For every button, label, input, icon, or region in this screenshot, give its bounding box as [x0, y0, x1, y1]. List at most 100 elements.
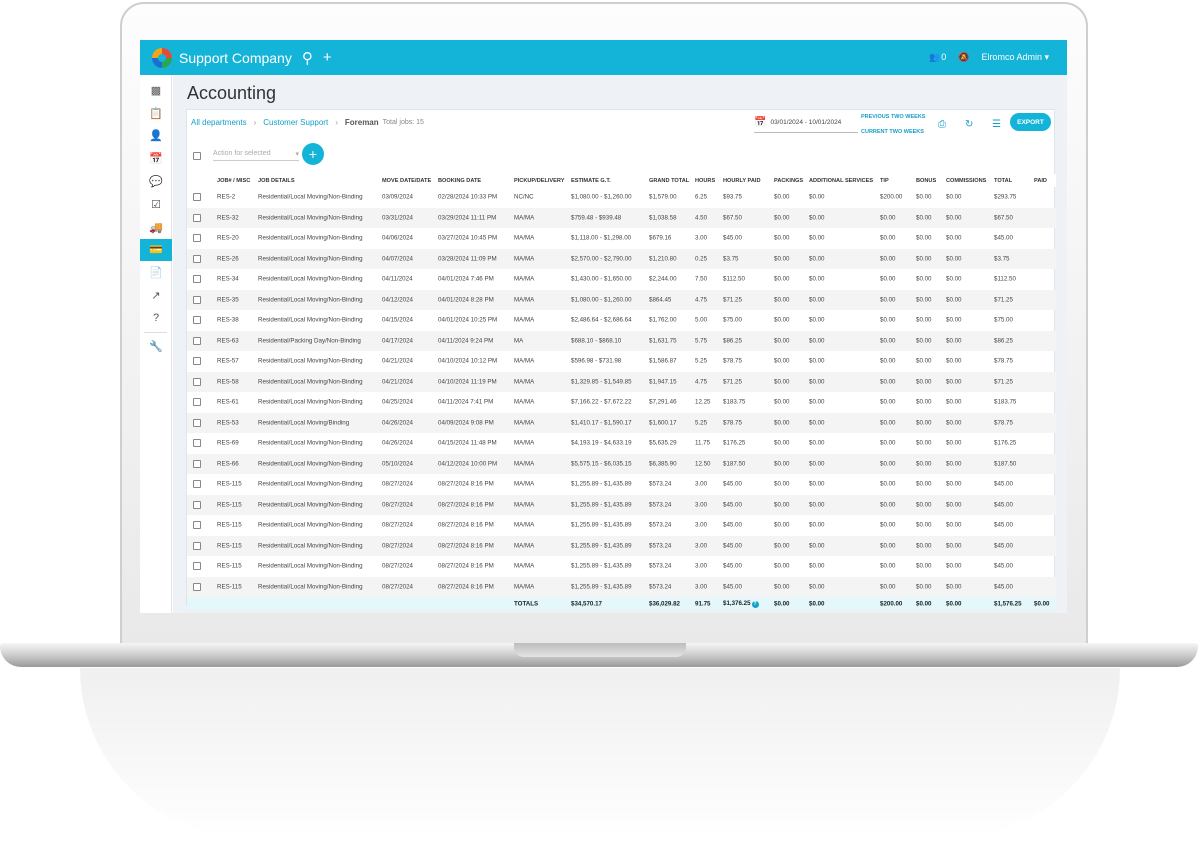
row-checkbox[interactable] — [193, 193, 201, 202]
row-checkbox[interactable] — [193, 213, 201, 222]
column-header-estimate-gt[interactable]: ESTIMATE G.T. — [571, 178, 611, 184]
print-icon[interactable]: ⎙ — [938, 119, 946, 130]
column-header-hours[interactable]: HOURS — [695, 178, 715, 184]
cell-job-number[interactable]: RES-2 — [217, 194, 235, 201]
table-row[interactable]: RES-53 Residential/Local Moving/Binding 04… — [187, 412, 1056, 433]
row-checkbox[interactable] — [193, 377, 201, 386]
add-icon[interactable]: + — [323, 49, 332, 66]
cell-job-number[interactable]: RES-115 — [217, 563, 242, 570]
export-button[interactable]: EXPORT — [1010, 113, 1051, 131]
cell-job-number[interactable]: RES-115 — [217, 583, 242, 590]
calendar-icon[interactable]: 📅 — [140, 147, 172, 170]
column-header-job-details[interactable]: JOB DETAILS — [258, 178, 295, 184]
truck-icon[interactable]: 🚚 — [140, 216, 172, 239]
cell-job-number[interactable]: RES-35 — [217, 296, 239, 303]
tasks-icon[interactable]: ☑ — [140, 193, 172, 216]
search-icon[interactable]: ⚲ — [302, 49, 313, 67]
row-checkbox[interactable] — [193, 480, 201, 489]
cell-job-number[interactable]: RES-57 — [217, 358, 239, 365]
table-row[interactable]: RES-115 Residential/Local Moving/Non-Bind… — [187, 535, 1056, 556]
table-row[interactable]: RES-2 Residential/Local Moving/Non-Bindin… — [187, 187, 1056, 208]
users-online-indicator[interactable]: 👥0 — [929, 52, 946, 63]
add-button[interactable]: + — [302, 143, 324, 165]
trend-icon[interactable]: ↗ — [140, 284, 172, 307]
cell-job-number[interactable]: RES-66 — [217, 460, 239, 467]
table-row[interactable]: RES-115 Residential/Local Moving/Non-Bind… — [187, 556, 1056, 577]
table-row[interactable]: RES-115 Residential/Local Moving/Non-Bind… — [187, 494, 1056, 515]
column-header-move-date[interactable]: MOVE DATE/DATE — [382, 178, 431, 184]
accounting-icon[interactable]: 💳 — [140, 238, 172, 262]
info-icon[interactable]: ? — [751, 600, 759, 608]
contacts-icon[interactable]: 👤 — [140, 125, 172, 148]
action-for-selected-select[interactable]: Action for selected ▾ — [213, 150, 299, 161]
cell-job-number[interactable]: RES-69 — [217, 440, 239, 447]
row-checkbox[interactable] — [193, 234, 201, 243]
cell-job-number[interactable]: RES-38 — [217, 317, 239, 324]
column-header-paid[interactable]: PAID — [1034, 178, 1047, 184]
column-header-tip[interactable]: TIP — [880, 178, 889, 184]
document-icon[interactable]: 📄 — [140, 261, 172, 284]
column-header-packings[interactable]: PACKINGS — [774, 178, 803, 184]
column-header-job-number[interactable]: JOB# / MISC — [217, 178, 250, 184]
cell-job-number[interactable]: RES-32 — [217, 214, 239, 221]
table-row[interactable]: RES-69 Residential/Local Moving/Non-Bindi… — [187, 433, 1056, 454]
cell-job-number[interactable]: RES-115 — [217, 481, 242, 488]
select-all-checkbox[interactable] — [193, 151, 201, 160]
column-header-booking-date[interactable]: BOOKING DATE — [438, 178, 481, 184]
table-row[interactable]: RES-57 Residential/Local Moving/Non-Bindi… — [187, 351, 1056, 372]
table-row[interactable]: RES-58 Residential/Local Moving/Non-Bindi… — [187, 371, 1056, 392]
cell-job-number[interactable]: RES-20 — [217, 235, 239, 242]
row-checkbox[interactable] — [193, 439, 201, 448]
cell-job-number[interactable]: RES-53 — [217, 419, 239, 426]
help-icon[interactable]: ? — [140, 307, 172, 330]
column-header-grand-total[interactable]: GRAND TOTAL — [649, 178, 689, 184]
clipboard-icon[interactable]: 📋 — [140, 102, 172, 125]
table-row[interactable]: RES-35 Residential/Local Moving/Non-Bindi… — [187, 289, 1056, 310]
table-row[interactable]: RES-38 Residential/Local Moving/Non-Bindi… — [187, 310, 1056, 331]
table-row[interactable]: RES-63 Residential/Packing Day/Non-Bindin… — [187, 330, 1056, 351]
column-settings-icon[interactable]: ☰ — [992, 119, 1001, 130]
row-checkbox[interactable] — [193, 357, 201, 366]
current-two-weeks-link[interactable]: CURRENT TWO WEEKS — [861, 129, 924, 135]
cell-job-number[interactable]: RES-115 — [217, 522, 242, 529]
column-header-bonus[interactable]: BONUS — [916, 178, 936, 184]
breadcrumb-customer-support[interactable]: Customer Support — [263, 118, 328, 127]
cell-job-number[interactable]: RES-115 — [217, 542, 242, 549]
table-row[interactable]: RES-20 Residential/Local Moving/Non-Bindi… — [187, 228, 1056, 249]
row-checkbox[interactable] — [193, 418, 201, 427]
row-checkbox[interactable] — [193, 254, 201, 263]
settings-wrench-icon[interactable]: 🔧 — [140, 335, 172, 358]
table-row[interactable]: RES-34 Residential/Local Moving/Non-Bindi… — [187, 269, 1056, 290]
row-checkbox[interactable] — [193, 398, 201, 407]
cell-job-number[interactable]: RES-63 — [217, 337, 239, 344]
column-header-additional-services[interactable]: ADDITIONAL SERVICES — [809, 178, 873, 184]
company-name[interactable]: Support Company — [179, 50, 292, 66]
column-header-commissions[interactable]: COMMISSIONS — [946, 178, 986, 184]
previous-two-weeks-link[interactable]: PREVIOUS TWO WEEKS — [861, 114, 925, 120]
breadcrumb-all-departments[interactable]: All departments — [191, 118, 247, 127]
row-checkbox[interactable] — [193, 459, 201, 468]
cell-job-number[interactable]: RES-115 — [217, 501, 242, 508]
table-row[interactable]: RES-115 Residential/Local Moving/Non-Bind… — [187, 515, 1056, 536]
column-header-total[interactable]: TOTAL — [994, 178, 1012, 184]
table-row[interactable]: RES-66 Residential/Local Moving/Non-Bindi… — [187, 453, 1056, 474]
table-row[interactable]: RES-115 Residential/Local Moving/Non-Bind… — [187, 576, 1056, 597]
table-row[interactable]: RES-61 Residential/Local Moving/Non-Bindi… — [187, 392, 1056, 413]
user-menu[interactable]: Elromco Admin ▾ — [981, 52, 1049, 63]
row-checkbox[interactable] — [193, 295, 201, 304]
row-checkbox[interactable] — [193, 562, 201, 571]
cell-job-number[interactable]: RES-26 — [217, 255, 239, 262]
row-checkbox[interactable] — [193, 521, 201, 530]
date-range-picker[interactable]: 📅 03/01/2024 - 10/01/2024 — [754, 113, 858, 133]
table-row[interactable]: RES-115 Residential/Local Moving/Non-Bind… — [187, 474, 1056, 495]
cell-job-number[interactable]: RES-34 — [217, 276, 239, 283]
row-checkbox[interactable] — [193, 541, 201, 550]
cell-job-number[interactable]: RES-61 — [217, 399, 239, 406]
chat-icon[interactable]: 💬 — [140, 170, 172, 193]
column-header-pickup-delivery[interactable]: PICKUP/DELIVERY — [514, 178, 564, 184]
company-logo-icon[interactable] — [152, 47, 172, 68]
row-checkbox[interactable] — [193, 500, 201, 509]
row-checkbox[interactable] — [193, 275, 201, 284]
row-checkbox[interactable] — [193, 582, 201, 591]
row-checkbox[interactable] — [193, 336, 201, 345]
